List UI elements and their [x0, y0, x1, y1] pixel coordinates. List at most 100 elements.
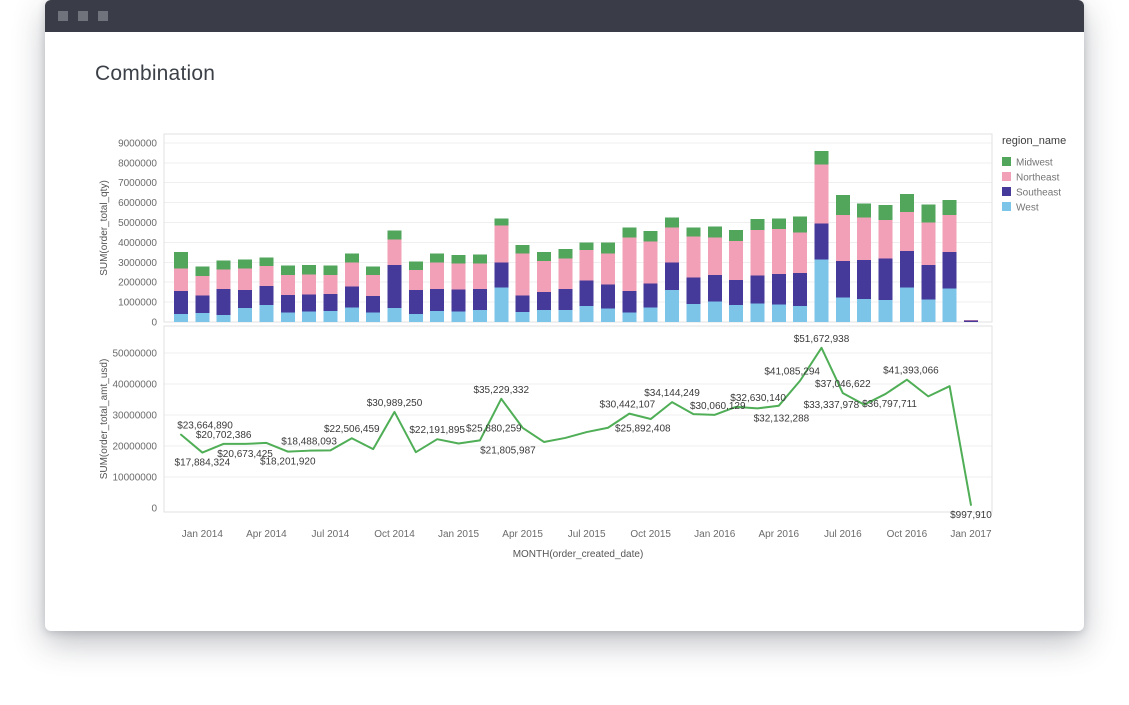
bar-segment-west[interactable]	[622, 313, 636, 322]
bar-segment-midwest[interactable]	[879, 205, 893, 220]
bar-segment-west[interactable]	[494, 288, 508, 322]
bar-segment-west[interactable]	[366, 313, 380, 322]
bar-segment-northeast[interactable]	[644, 242, 658, 284]
bar-segment-southeast[interactable]	[943, 252, 957, 289]
bar-segment-southeast[interactable]	[494, 263, 508, 288]
bar-segment-northeast[interactable]	[345, 263, 359, 287]
bar-segment-southeast[interactable]	[452, 289, 466, 311]
bar-segment-northeast[interactable]	[729, 241, 743, 280]
bar-segment-southeast[interactable]	[366, 296, 380, 313]
bar-segment-west[interactable]	[388, 308, 402, 322]
bar-segment-northeast[interactable]	[537, 261, 551, 292]
bar-segment-west[interactable]	[430, 311, 444, 322]
bar-segment-northeast[interactable]	[494, 226, 508, 263]
bar-segment-midwest[interactable]	[238, 260, 252, 269]
bar-segment-midwest[interactable]	[281, 266, 295, 275]
bar-segment-midwest[interactable]	[580, 242, 594, 250]
bar-segment-west[interactable]	[238, 308, 252, 322]
legend-item-southeast[interactable]: Southeast	[1002, 187, 1061, 199]
bar-segment-west[interactable]	[665, 290, 679, 322]
legend-item-midwest[interactable]: Midwest	[1002, 157, 1053, 169]
bar-segment-midwest[interactable]	[409, 262, 423, 270]
bar-segment-west[interactable]	[174, 314, 188, 322]
window-button-icon[interactable]	[58, 11, 68, 21]
bar-segment-midwest[interactable]	[195, 266, 209, 276]
legend-item-northeast[interactable]: Northeast	[1002, 172, 1060, 184]
bar-segment-southeast[interactable]	[409, 290, 423, 314]
bar-segment-west[interactable]	[323, 311, 337, 322]
bar-segment-southeast[interactable]	[665, 262, 679, 290]
bar-segment-west[interactable]	[921, 299, 935, 322]
bar-segment-northeast[interactable]	[793, 233, 807, 274]
bar-segment-southeast[interactable]	[217, 289, 231, 315]
bar-segment-west[interactable]	[537, 310, 551, 322]
bar-segment-northeast[interactable]	[409, 270, 423, 290]
bar-segment-midwest[interactable]	[815, 151, 829, 164]
bar-segment-west[interactable]	[900, 288, 914, 322]
bar-segment-southeast[interactable]	[772, 274, 786, 304]
bar-segment-southeast[interactable]	[580, 281, 594, 306]
window-button-icon[interactable]	[98, 11, 108, 21]
bar-segment-west[interactable]	[686, 304, 700, 322]
bar-segment-northeast[interactable]	[665, 228, 679, 263]
bar-segment-northeast[interactable]	[750, 230, 764, 276]
bar-segment-west[interactable]	[793, 306, 807, 322]
bar-segment-northeast[interactable]	[921, 222, 935, 265]
bar-segment-midwest[interactable]	[302, 265, 316, 274]
bar-segment-midwest[interactable]	[516, 245, 530, 253]
bar-segment-midwest[interactable]	[452, 255, 466, 263]
bar-segment-midwest[interactable]	[174, 252, 188, 269]
bar-segment-midwest[interactable]	[836, 195, 850, 215]
bar-segment-northeast[interactable]	[259, 266, 273, 286]
bar-segment-midwest[interactable]	[900, 194, 914, 212]
bar-segment-midwest[interactable]	[430, 254, 444, 263]
bar-segment-northeast[interactable]	[473, 263, 487, 289]
bar-segment-west[interactable]	[815, 259, 829, 322]
bar-segment-midwest[interactable]	[558, 249, 572, 258]
bar-segment-west[interactable]	[281, 313, 295, 322]
bar-segment-northeast[interactable]	[174, 268, 188, 291]
bar-segment-midwest[interactable]	[601, 243, 615, 254]
bar-segment-west[interactable]	[259, 305, 273, 322]
bar-segment-west[interactable]	[580, 306, 594, 322]
bar-segment-west[interactable]	[708, 302, 722, 322]
bar-segment-northeast[interactable]	[708, 238, 722, 275]
bar-segment-southeast[interactable]	[622, 291, 636, 313]
bar-segment-midwest[interactable]	[686, 228, 700, 237]
bar-segment-west[interactable]	[217, 315, 231, 322]
bar-segment-midwest[interactable]	[366, 267, 380, 275]
window-button-icon[interactable]	[78, 11, 88, 21]
bar-segment-southeast[interactable]	[644, 283, 658, 307]
bar-segment-northeast[interactable]	[281, 275, 295, 295]
bar-segment-northeast[interactable]	[857, 218, 871, 260]
bar-segment-midwest[interactable]	[259, 258, 273, 266]
bar-segment-west[interactable]	[943, 288, 957, 322]
bar-segment-northeast[interactable]	[879, 220, 893, 258]
bar-segment-southeast[interactable]	[964, 321, 978, 322]
bar-segment-southeast[interactable]	[857, 260, 871, 299]
bar-segment-west[interactable]	[516, 312, 530, 322]
bar-segment-west[interactable]	[879, 300, 893, 322]
bar-segment-midwest[interactable]	[388, 231, 402, 240]
bar-segment-west[interactable]	[772, 304, 786, 322]
bar-segment-southeast[interactable]	[558, 289, 572, 310]
bar-segment-northeast[interactable]	[601, 253, 615, 284]
bar-segment-southeast[interactable]	[750, 276, 764, 304]
bar-segment-midwest[interactable]	[708, 227, 722, 238]
bar-segment-west[interactable]	[601, 308, 615, 322]
bar-segment-southeast[interactable]	[793, 273, 807, 306]
bar-segment-west[interactable]	[729, 305, 743, 322]
bar-segment-southeast[interactable]	[708, 275, 722, 302]
bar-segment-northeast[interactable]	[238, 268, 252, 290]
bar-segment-midwest[interactable]	[622, 227, 636, 237]
bar-segment-west[interactable]	[644, 308, 658, 322]
bar-segment-northeast[interactable]	[388, 239, 402, 265]
bar-segment-midwest[interactable]	[217, 260, 231, 269]
bar-segment-southeast[interactable]	[601, 284, 615, 308]
bar-segment-southeast[interactable]	[921, 265, 935, 299]
bar-segment-northeast[interactable]	[964, 320, 978, 321]
bar-segment-west[interactable]	[750, 303, 764, 322]
bar-segment-southeast[interactable]	[302, 294, 316, 311]
bar-segment-northeast[interactable]	[323, 275, 337, 294]
bar-segment-southeast[interactable]	[729, 280, 743, 305]
